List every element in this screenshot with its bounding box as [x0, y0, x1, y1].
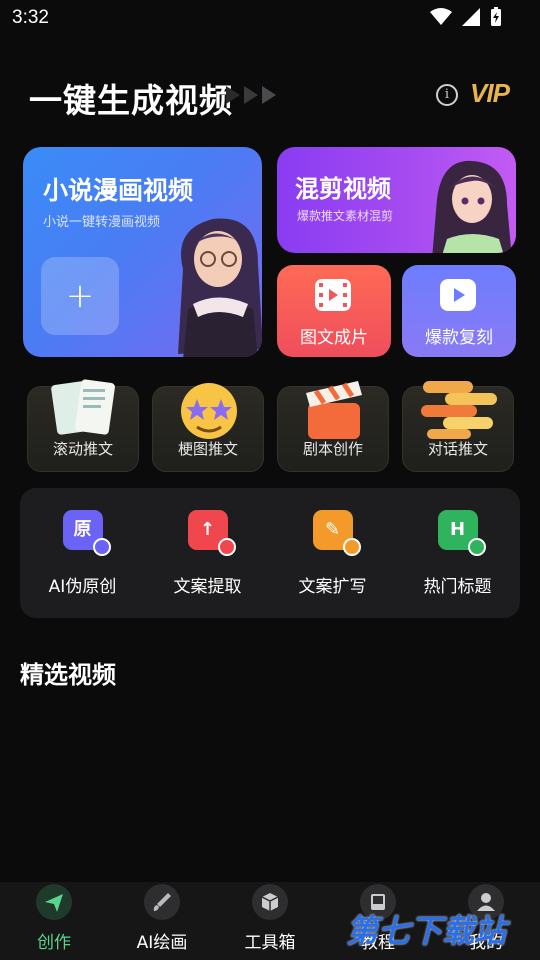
nav-label: 工具箱: [244, 933, 296, 953]
status-icons: [430, 7, 502, 27]
script-creation-tile[interactable]: 剧本创作: [277, 381, 389, 472]
arrows-decoration-icon: [226, 86, 276, 104]
mix-card-title: 混剪视频: [295, 175, 391, 203]
hot-titles-tool[interactable]: H 热门标题: [395, 510, 520, 597]
novel-comic-video-card[interactable]: 小说漫画视频 小说一键转漫画视频 +: [23, 147, 262, 357]
battery-icon: [491, 7, 501, 26]
paper-plane-icon: [36, 884, 72, 920]
hit-copy-button[interactable]: 爆款复刻: [402, 265, 516, 357]
star-eyes-emoji-icon: [181, 383, 237, 439]
tools-panel: 原 AI伪原创 ↑ 文案提取 ✎ 文案扩写 H 热门标题: [20, 488, 520, 618]
watermark-logo: 第七下载站: [346, 912, 507, 950]
chat-bubbles-icon: [421, 381, 497, 439]
tool-label: AI伪原创: [48, 577, 117, 597]
hit-copy-label: 爆款复刻: [425, 328, 493, 348]
add-button[interactable]: +: [41, 257, 119, 335]
signal-icon: [462, 8, 480, 26]
tile-label: 滚动推文: [52, 440, 113, 458]
pen-icon: ✎: [312, 510, 361, 556]
cube-icon: [252, 884, 288, 920]
nav-toolbox[interactable]: 工具箱: [216, 884, 324, 953]
status-time: 3:32: [12, 7, 49, 28]
featured-videos-heading: 精选视频: [20, 661, 116, 689]
nav-label: AI绘画: [136, 933, 188, 953]
mix-cut-video-card[interactable]: 混剪视频 爆款推文素材混剪: [277, 147, 516, 253]
play-icon: [440, 279, 476, 311]
phone-cards-icon: [51, 379, 115, 435]
vip-badge[interactable]: VIP: [470, 78, 510, 109]
dialogue-post-tile[interactable]: 对话推文: [402, 381, 514, 472]
image-text-video-button[interactable]: 图文成片: [277, 265, 391, 357]
brush-icon: [144, 884, 180, 920]
clapperboard-icon: [306, 381, 362, 439]
novel-card-title: 小说漫画视频: [43, 176, 194, 205]
nav-label: 创作: [37, 933, 71, 953]
tool-label: 文案提取: [173, 577, 242, 597]
tool-label: 热门标题: [423, 577, 492, 597]
tile-label: 剧本创作: [302, 440, 363, 458]
hot-title-icon: H: [437, 510, 486, 556]
info-icon[interactable]: i: [436, 84, 458, 106]
nav-create[interactable]: 创作: [0, 884, 108, 953]
upload-icon: ↑: [187, 510, 236, 556]
copy-extract-tool[interactable]: ↑ 文案提取: [145, 510, 270, 597]
copy-expand-tool[interactable]: ✎ 文案扩写: [270, 510, 395, 597]
image-text-video-label: 图文成片: [300, 328, 368, 348]
page-title: 一键生成视频: [29, 81, 233, 120]
novel-card-subtitle: 小说一键转漫画视频: [43, 215, 161, 230]
original-icon: 原: [62, 510, 111, 556]
meme-post-tile[interactable]: 梗图推文: [152, 383, 264, 472]
tool-label: 文案扩写: [298, 577, 367, 597]
anime-girl-illustration: [178, 218, 262, 357]
tile-label: 梗图推文: [177, 440, 238, 458]
plus-icon: +: [65, 276, 95, 316]
scroll-post-tile[interactable]: 滚动推文: [27, 379, 139, 472]
anime-girl-illustration: [432, 160, 512, 253]
status-bar: 3:32: [0, 0, 540, 36]
wifi-icon: [430, 8, 452, 25]
ai-rewrite-tool[interactable]: 原 AI伪原创: [20, 510, 145, 597]
tile-label: 对话推文: [427, 440, 488, 458]
film-icon: [315, 279, 351, 311]
mix-card-subtitle: 爆款推文素材混剪: [297, 209, 394, 223]
nav-ai-painting[interactable]: AI绘画: [108, 884, 216, 953]
